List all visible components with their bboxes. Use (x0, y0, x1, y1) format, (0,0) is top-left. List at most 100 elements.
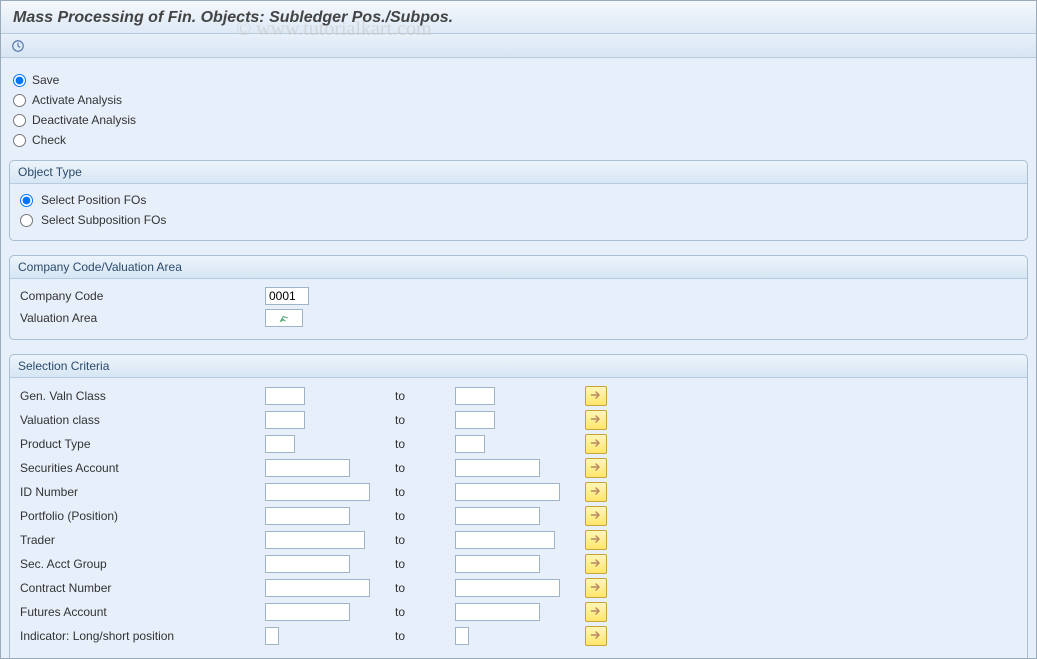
selection-row: Sec. Acct Group to (20, 552, 1017, 576)
range-from-input[interactable] (265, 483, 370, 501)
range-from-input[interactable] (265, 603, 350, 621)
arrow-right-icon (590, 485, 602, 500)
selection-row-label: Futures Account (20, 605, 265, 619)
multiple-selection-button[interactable] (585, 482, 607, 502)
range-from-input[interactable] (265, 627, 279, 645)
selection-row: Product Type to (20, 432, 1017, 456)
to-label: to (395, 413, 455, 427)
arrow-right-icon (590, 605, 602, 620)
radio-activate-label: Activate Analysis (32, 93, 122, 107)
selection-row-label: Product Type (20, 437, 265, 451)
range-from-input[interactable] (265, 531, 365, 549)
selection-row: Trader to (20, 528, 1017, 552)
selection-row: Contract Numberto (20, 576, 1017, 600)
company-group: Company Code/Valuation Area Company Code… (9, 255, 1028, 340)
arrow-right-icon (590, 533, 602, 548)
selection-row-label: Trader (20, 533, 265, 547)
to-label: to (395, 581, 455, 595)
selection-row: Futures Accountto (20, 600, 1017, 624)
range-to-input[interactable] (455, 435, 485, 453)
multiple-selection-button[interactable] (585, 530, 607, 550)
multiple-selection-button[interactable] (585, 410, 607, 430)
range-to-input[interactable] (455, 411, 495, 429)
multiple-selection-button[interactable] (585, 506, 607, 526)
selection-body: Gen. Valn ClasstoValuation classtoProduc… (10, 378, 1027, 658)
arrow-right-icon (590, 629, 602, 644)
range-to-input[interactable] (455, 603, 540, 621)
arrow-right-icon (590, 389, 602, 404)
range-to-input[interactable] (455, 579, 560, 597)
multiple-selection-button[interactable] (585, 626, 607, 646)
range-to-input[interactable] (455, 387, 495, 405)
multiple-selection-button[interactable] (585, 578, 607, 598)
company-code-label: Company Code (20, 289, 265, 303)
selection-row-label: Sec. Acct Group (20, 557, 265, 571)
to-label: to (395, 437, 455, 451)
company-header: Company Code/Valuation Area (10, 256, 1027, 279)
radio-subposition-fos[interactable]: Select Subposition FOs (20, 210, 1017, 230)
range-from-input[interactable] (265, 435, 295, 453)
object-type-group: Object Type Select Position FOs Select S… (9, 160, 1028, 241)
arrow-right-icon (590, 461, 602, 476)
radio-deactivate-label: Deactivate Analysis (32, 113, 136, 127)
range-from-input[interactable] (265, 555, 350, 573)
multiple-selection-button[interactable] (585, 602, 607, 622)
range-to-input[interactable] (455, 627, 469, 645)
range-from-input[interactable] (265, 579, 370, 597)
to-label: to (395, 461, 455, 475)
selection-row: ID Numberto (20, 480, 1017, 504)
company-code-input[interactable] (265, 287, 309, 305)
selection-header: Selection Criteria (10, 355, 1027, 378)
execute-icon[interactable] (11, 39, 25, 53)
arrow-right-icon (590, 509, 602, 524)
selection-row-label: Indicator: Long/short position (20, 629, 265, 643)
object-type-header: Object Type (10, 161, 1027, 184)
range-from-input[interactable] (265, 459, 350, 477)
selection-row: Valuation class to (20, 408, 1017, 432)
range-to-input[interactable] (455, 531, 555, 549)
radio-activate[interactable]: Activate Analysis (13, 90, 1024, 110)
range-from-input[interactable] (265, 507, 350, 525)
page-title: Mass Processing of Fin. Objects: Subledg… (13, 9, 1024, 27)
radio-check[interactable]: Check (13, 130, 1024, 150)
toolbar: © www.tutorialkart.com (1, 34, 1036, 58)
radio-save-label: Save (32, 73, 59, 87)
to-label: to (395, 389, 455, 403)
selection-row-label: ID Number (20, 485, 265, 499)
required-icon (278, 312, 290, 324)
radio-save[interactable]: Save (13, 70, 1024, 90)
arrow-right-icon (590, 437, 602, 452)
to-label: to (395, 533, 455, 547)
radio-deactivate[interactable]: Deactivate Analysis (13, 110, 1024, 130)
arrow-right-icon (590, 581, 602, 596)
selection-row-label: Gen. Valn Class (20, 389, 265, 403)
multiple-selection-button[interactable] (585, 386, 607, 406)
radio-position-fos[interactable]: Select Position FOs (20, 190, 1017, 210)
valuation-area-input[interactable] (265, 309, 303, 327)
multiple-selection-button[interactable] (585, 554, 607, 574)
multiple-selection-button[interactable] (585, 458, 607, 478)
to-label: to (395, 557, 455, 571)
range-to-input[interactable] (455, 483, 560, 501)
to-label: to (395, 629, 455, 643)
arrow-right-icon (590, 413, 602, 428)
selection-row: Indicator: Long/short position to (20, 624, 1017, 648)
range-to-input[interactable] (455, 459, 540, 477)
selection-row-label: Valuation class (20, 413, 265, 427)
title-bar: Mass Processing of Fin. Objects: Subledg… (1, 1, 1036, 34)
radio-subposition-label: Select Subposition FOs (41, 213, 166, 227)
range-to-input[interactable] (455, 507, 540, 525)
selection-row-label: Portfolio (Position) (20, 509, 265, 523)
selection-row-label: Securities Account (20, 461, 265, 475)
radio-position-label: Select Position FOs (41, 193, 146, 207)
valuation-area-label: Valuation Area (20, 311, 265, 325)
range-from-input[interactable] (265, 387, 305, 405)
app-window: Mass Processing of Fin. Objects: Subledg… (0, 0, 1037, 659)
range-to-input[interactable] (455, 555, 540, 573)
radio-check-label: Check (32, 133, 66, 147)
selection-row: Gen. Valn Class to (20, 384, 1017, 408)
range-from-input[interactable] (265, 411, 305, 429)
top-action-group: Save Activate Analysis Deactivate Analys… (7, 68, 1030, 160)
multiple-selection-button[interactable] (585, 434, 607, 454)
arrow-right-icon (590, 557, 602, 572)
